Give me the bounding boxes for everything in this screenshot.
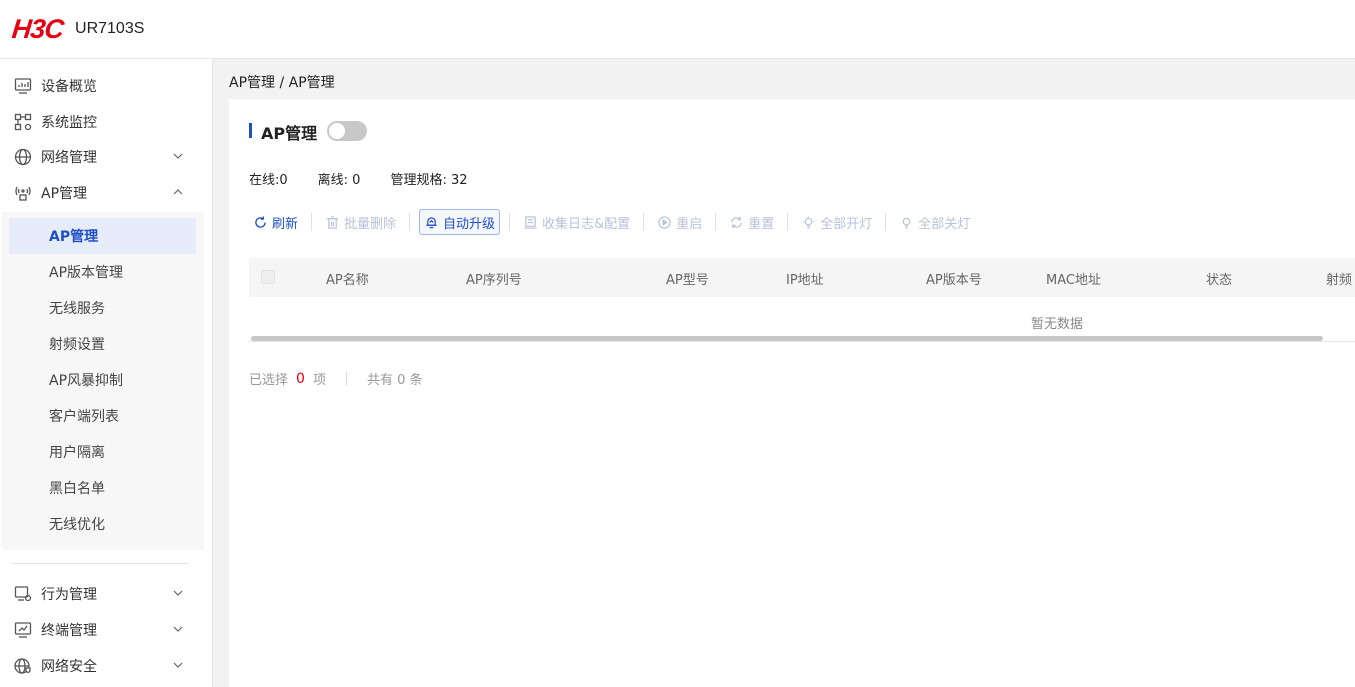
chevron-down-icon [173, 662, 183, 668]
globe-shield-icon [13, 656, 33, 676]
chevron-down-icon [173, 626, 183, 632]
column-header-status[interactable]: 状态 [1206, 269, 1232, 288]
chevron-down-icon [173, 590, 183, 596]
sidebar-item-terminal-management[interactable]: 终端管理 [0, 612, 213, 648]
toolbar-divider [409, 213, 411, 231]
sidebar-item-label: 系统监控 [41, 115, 97, 131]
column-header-ap-serial[interactable]: AP序列号 [466, 269, 522, 288]
all-lights-off-button[interactable]: 全部关灯 [895, 209, 974, 235]
refresh-icon [253, 215, 267, 229]
network-topology-icon [13, 112, 33, 132]
submenu-item-radio-settings[interactable]: 射频设置 [9, 326, 196, 362]
column-header-radio[interactable]: 射频 [1326, 269, 1352, 288]
table-footer: 已选择 0 项 共有 0 条 [249, 369, 423, 389]
sidebar-item-label: AP管理 [41, 186, 88, 202]
sidebar-item-system-monitor[interactable]: 系统监控 [0, 104, 213, 140]
sidebar-item-label: 设备概览 [41, 79, 97, 95]
submenu-item-ap-storm-suppression[interactable]: AP风暴抑制 [9, 362, 196, 398]
sidebar-divider [12, 563, 189, 564]
horizontal-scrollbar[interactable] [251, 336, 1323, 341]
play-circle-icon [657, 215, 671, 229]
submenu-item-client-list[interactable]: 客户端列表 [9, 398, 196, 434]
submenu-item-ap-management[interactable]: AP管理 [9, 218, 196, 254]
submenu-item-wireless-service[interactable]: 无线服务 [9, 290, 196, 326]
empty-state-text: 暂无数据 [1031, 317, 1084, 332]
main-content: AP管理 / AP管理 AP管理 在线:0 离线: 0 管理规格: 32 刷新 [213, 59, 1355, 687]
collect-logs-button[interactable]: 收集日志&配置 [519, 209, 634, 235]
upgrade-bell-icon [424, 215, 438, 229]
chevron-up-icon [173, 189, 183, 195]
behavior-monitor-icon [13, 584, 33, 604]
selected-suffix: 项 [312, 373, 326, 388]
submenu-item-wireless-optimization[interactable]: 无线优化 [9, 506, 196, 542]
online-count: 在线:0 [249, 173, 288, 188]
ap-management-toggle[interactable] [327, 121, 367, 141]
refresh-button[interactable]: 刷新 [249, 209, 302, 235]
toolbar-divider [311, 213, 313, 231]
total-count: 共有 0 条 [366, 373, 423, 388]
document-icon [523, 215, 537, 229]
toolbar-divider [715, 213, 717, 231]
ap-management-submenu: AP管理 AP版本管理 无线服务 射频设置 AP风暴抑制 客户端列表 用户隔离 … [2, 212, 204, 550]
sidebar-item-device-overview[interactable]: 设备概览 [0, 68, 213, 104]
ap-stats: 在线:0 离线: 0 管理规格: 32 [249, 169, 498, 188]
footer-divider [345, 371, 347, 386]
reset-button[interactable]: 重置 [725, 209, 778, 235]
select-all-checkbox[interactable] [261, 270, 275, 284]
column-header-mac-address[interactable]: MAC地址 [1046, 269, 1101, 288]
title-accent-bar [249, 123, 252, 138]
submenu-item-user-isolation[interactable]: 用户隔离 [9, 434, 196, 470]
column-header-ap-model[interactable]: AP型号 [666, 269, 709, 288]
toolbar-divider [509, 213, 511, 231]
toggle-knob [329, 123, 345, 139]
offline-count: 离线: 0 [317, 173, 361, 188]
sidebar-item-label: 终端管理 [41, 623, 97, 639]
top-bar: H3C UR7103S [0, 0, 1355, 59]
toolbar-divider [643, 213, 645, 231]
sync-icon [729, 215, 743, 229]
all-lights-on-button[interactable]: 全部开灯 [797, 209, 876, 235]
h3c-logo: H3C [10, 13, 65, 44]
sidebar-item-ap-management[interactable]: AP管理 [0, 175, 213, 211]
sidebar: 设备概览 系统监控 网络管理 AP管理 AP管理 AP版本管理 无线服务 射频设… [0, 59, 213, 687]
capacity-spec: 管理规格: 32 [390, 173, 468, 188]
sidebar-item-network-management[interactable]: 网络管理 [0, 139, 213, 175]
device-model: UR7103S [75, 20, 145, 37]
sidebar-item-label: 网络安全 [41, 659, 97, 675]
content-panel: AP管理 在线:0 离线: 0 管理规格: 32 刷新 批量删除 自动升级 收集… [229, 99, 1355, 687]
toolbar-divider [885, 213, 887, 231]
sidebar-item-label: 行为管理 [41, 587, 97, 603]
globe-icon [13, 147, 33, 167]
auto-upgrade-button[interactable]: 自动升级 [419, 209, 501, 235]
monitor-chart-icon [13, 76, 33, 96]
reboot-button[interactable]: 重启 [653, 209, 706, 235]
sidebar-item-label: 网络管理 [41, 150, 97, 166]
trash-icon [325, 215, 339, 229]
chevron-down-icon [173, 153, 183, 159]
column-header-ip-address[interactable]: IP地址 [786, 269, 824, 288]
lightbulb-off-icon [899, 215, 913, 229]
table-header: AP名称 AP序列号 AP型号 IP地址 AP版本号 MAC地址 状态 射频 [249, 258, 1355, 297]
toolbar-divider [787, 213, 789, 231]
submenu-item-black-white-list[interactable]: 黑白名单 [9, 470, 196, 506]
ap-table: AP名称 AP序列号 AP型号 IP地址 AP版本号 MAC地址 状态 射频 暂… [249, 258, 1355, 342]
submenu-item-ap-version[interactable]: AP版本管理 [9, 254, 196, 290]
sidebar-item-network-security[interactable]: 网络安全 [0, 648, 213, 684]
toolbar: 刷新 批量删除 自动升级 收集日志&配置 重启 重置 全部开灯 全部关灯 [249, 209, 974, 235]
terminal-monitor-icon [13, 620, 33, 640]
batch-delete-button[interactable]: 批量删除 [321, 209, 400, 235]
lightbulb-on-icon [801, 215, 815, 229]
sidebar-item-behavior-management[interactable]: 行为管理 [0, 576, 213, 612]
selected-prefix: 已选择 [249, 373, 289, 388]
column-header-ap-version[interactable]: AP版本号 [926, 269, 982, 288]
column-header-ap-name[interactable]: AP名称 [326, 269, 369, 288]
breadcrumb: AP管理 / AP管理 [229, 75, 335, 91]
wireless-ap-icon [13, 183, 33, 203]
page-title: AP管理 [261, 124, 318, 143]
selected-count: 0 [296, 370, 305, 387]
